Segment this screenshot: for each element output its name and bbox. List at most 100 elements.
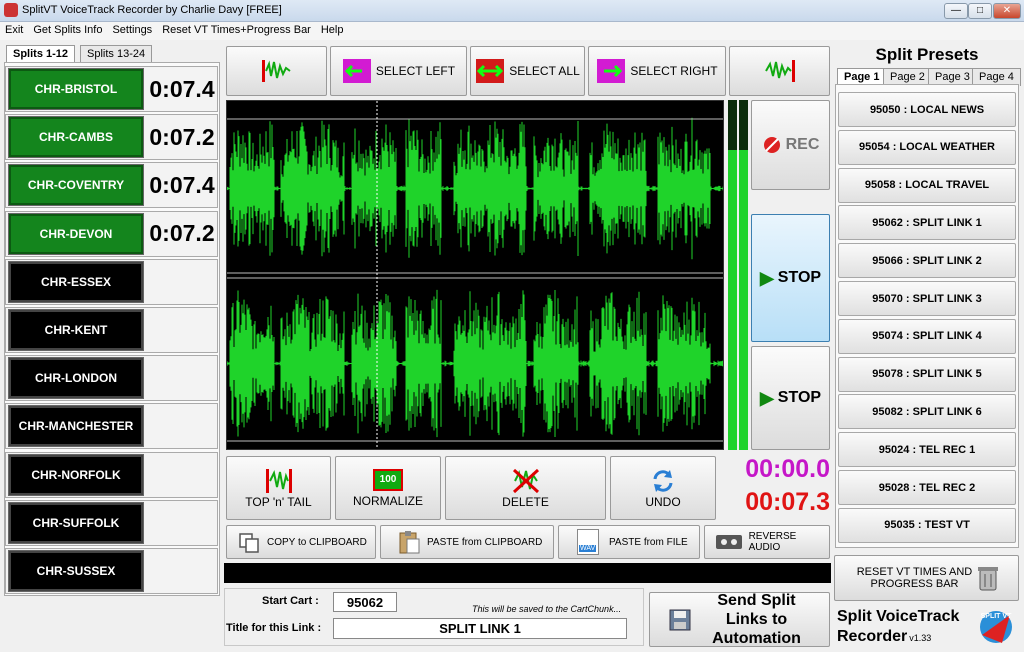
reverse-label: REVERSE AUDIO: [748, 531, 797, 553]
jump-end-button[interactable]: [729, 46, 830, 96]
tab-splits-1-12[interactable]: Splits 1-12: [6, 45, 76, 63]
normalize-button[interactable]: 100 NORMALIZE: [335, 456, 441, 520]
cartchunk-note: This will be saved to the CartChunk...: [472, 604, 622, 614]
select-right-icon: [597, 59, 626, 83]
copy-to-clipboard-button[interactable]: COPY to CLIPBOARD: [226, 525, 376, 559]
split-button[interactable]: CHR-KENT: [8, 309, 144, 351]
length-timer: 00:07.3: [745, 488, 830, 516]
version-label: v1.33: [909, 633, 932, 643]
logo-text: SPLIT VT: [981, 613, 1012, 620]
split-time: 0:07.4: [149, 75, 215, 102]
reset-label: RESET VT TIMES AND PROGRESS BAR: [856, 566, 973, 590]
tab-splits-13-24[interactable]: Splits 13-24: [80, 45, 153, 63]
preset-button[interactable]: 95082 : SPLIT LINK 6: [838, 394, 1016, 430]
preset-button[interactable]: 95035 : TEST VT: [838, 507, 1016, 543]
undo-button[interactable]: UNDO: [610, 456, 716, 520]
brand-name-text: Split VoiceTrack Recorder: [837, 608, 960, 645]
trash-icon: [977, 567, 998, 591]
start-cart-label: Start Cart :: [262, 595, 319, 607]
preset-button[interactable]: 95070 : SPLIT LINK 3: [838, 281, 1016, 316]
close-button[interactable]: ✕: [993, 3, 1021, 19]
send-split-links-button[interactable]: Send Split Links to Automation: [649, 592, 830, 647]
preset-button[interactable]: 95024 : TEL REC 1: [838, 432, 1016, 468]
vu-meter-left: [728, 100, 737, 450]
splitvt-logo-icon: SPLIT VT: [980, 611, 1012, 643]
top-tail-icon: [265, 469, 292, 493]
normalize-label: NORMALIZE: [352, 493, 423, 508]
split-button[interactable]: CHR-MANCHESTER: [8, 405, 144, 448]
maximize-button[interactable]: □: [968, 3, 992, 19]
stop-button-active[interactable]: ▶ STOP: [751, 214, 830, 342]
delete-button[interactable]: DELETE: [445, 456, 606, 520]
menu-exit[interactable]: Exit: [0, 22, 28, 38]
wave-left-icon: [261, 60, 291, 82]
vu-meter-right: [739, 100, 748, 450]
wav-file-icon: WAV: [577, 529, 599, 555]
copy-label: COPY to CLIPBOARD: [267, 536, 367, 548]
split-button[interactable]: CHR-SUFFOLK: [8, 501, 144, 544]
link-title-input[interactable]: SPLIT LINK 1: [333, 618, 627, 639]
split-time: [148, 550, 216, 592]
split-button[interactable]: CHR-COVENTRY: [8, 164, 144, 207]
select-all-button[interactable]: SELECT ALL: [470, 46, 585, 96]
preset-button[interactable]: 95062 : SPLIT LINK 1: [838, 205, 1016, 241]
rec-label: REC: [785, 136, 820, 153]
rec-button[interactable]: REC: [751, 100, 830, 190]
reset-vt-times-button[interactable]: RESET VT TIMES AND PROGRESS BAR: [834, 555, 1019, 601]
presets-heading: Split Presets: [875, 45, 979, 64]
play-triangle-icon: ▶: [759, 267, 774, 288]
menu-reset-vt-times[interactable]: Reset VT Times+Progress Bar: [157, 22, 316, 38]
minimize-button[interactable]: —: [944, 3, 968, 19]
split-time: [148, 502, 216, 544]
paste-file-label: PASTE from FILE: [609, 536, 688, 548]
paste-from-clipboard-button[interactable]: PASTE from CLIPBOARD: [380, 525, 554, 559]
wav-file-icon-text: WAV: [579, 545, 597, 552]
cassette-icon: [716, 535, 742, 549]
split-time: 0:07.4: [149, 171, 215, 198]
split-time: [148, 454, 216, 496]
split-button[interactable]: CHR-SUSSEX: [8, 550, 144, 592]
delete-icon: [512, 468, 539, 494]
split-button[interactable]: CHR-BRISTOL: [8, 68, 144, 110]
waveform-display[interactable]: [226, 100, 724, 450]
preset-button[interactable]: 95028 : TEL REC 2: [838, 470, 1016, 505]
record-icon: [763, 137, 780, 153]
stop-button[interactable]: ▶ STOP: [751, 346, 830, 450]
send-label: Send Split Links to Automation: [712, 592, 801, 647]
menu-get-splits-info[interactable]: Get Splits Info: [28, 22, 107, 38]
reverse-audio-button[interactable]: REVERSE AUDIO: [704, 525, 830, 559]
split-button[interactable]: CHR-NORFOLK: [8, 453, 144, 496]
preset-button[interactable]: 95050 : LOCAL NEWS: [838, 92, 1016, 127]
select-right-button[interactable]: SELECT RIGHT: [588, 46, 726, 96]
select-left-icon: [342, 59, 371, 83]
split-time: [148, 405, 216, 447]
wave-right-icon: [764, 60, 795, 82]
paste-clip-label: PASTE from CLIPBOARD: [427, 536, 543, 548]
select-all-icon: [476, 59, 505, 83]
start-cart-input[interactable]: 95062: [333, 592, 397, 612]
title-label: Title for this Link :: [226, 622, 322, 634]
preset-button[interactable]: 95074 : SPLIT LINK 4: [838, 318, 1016, 354]
split-button[interactable]: CHR-LONDON: [8, 357, 144, 400]
stop-label-1: STOP: [777, 269, 822, 286]
preset-button[interactable]: 95078 : SPLIT LINK 5: [838, 356, 1016, 392]
split-button[interactable]: CHR-DEVON: [8, 212, 144, 255]
preset-button[interactable]: 95058 : LOCAL TRAVEL: [838, 167, 1016, 203]
top-tail-label: TOP 'n' TAIL: [245, 495, 312, 509]
paste-from-file-button[interactable]: WAV PASTE from FILE: [558, 525, 700, 559]
copy-icon: [239, 533, 259, 553]
select-left-button[interactable]: SELECT LEFT: [330, 46, 467, 96]
select-all-label: SELECT ALL: [509, 64, 580, 78]
menu-settings[interactable]: Settings: [107, 22, 157, 38]
preset-button[interactable]: 95054 : LOCAL WEATHER: [838, 129, 1016, 165]
floppy-disk-icon: [669, 609, 690, 630]
split-button[interactable]: CHR-ESSEX: [8, 260, 144, 303]
jump-start-button[interactable]: [226, 46, 327, 96]
normalize-icon: 100: [373, 468, 403, 491]
preset-button[interactable]: 95066 : SPLIT LINK 2: [838, 243, 1016, 279]
menu-help[interactable]: Help: [316, 22, 349, 38]
split-time: 0:07.2: [149, 220, 215, 247]
top-n-tail-button[interactable]: TOP 'n' TAIL: [226, 456, 331, 520]
split-button[interactable]: CHR-CAMBS: [8, 116, 144, 159]
play-triangle-icon-2: ▶: [759, 387, 774, 408]
